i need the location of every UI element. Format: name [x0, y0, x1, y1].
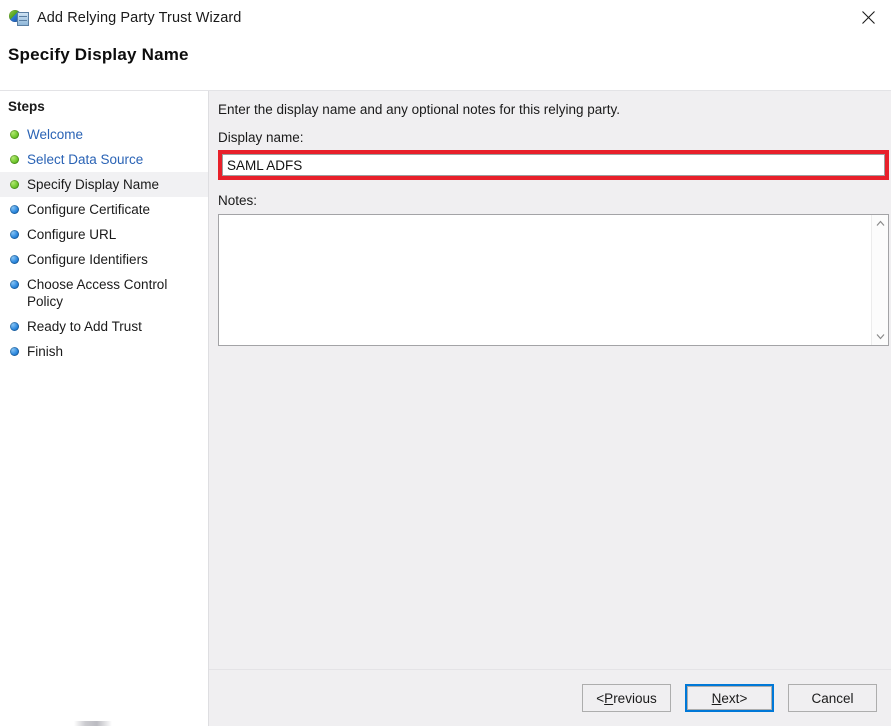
sidebar-item-label: Select Data Source — [27, 152, 144, 167]
sidebar-item-label: Configure Identifiers — [27, 252, 148, 267]
content-inner: Enter the display name and any optional … — [209, 91, 891, 669]
sidebar-item-label: Ready to Add Trust — [27, 319, 142, 334]
sidebar-item-label: Finish — [27, 344, 64, 359]
close-glyph — [861, 11, 875, 24]
next-button-accel: N — [711, 690, 722, 706]
previous-button-accel: P — [604, 690, 614, 706]
page-title: Specify Display Name — [8, 45, 189, 64]
step-bullet-icon — [10, 155, 19, 164]
title-bar: Add Relying Party Trust Wizard — [0, 0, 891, 35]
notes-field — [218, 214, 889, 346]
notes-scrollbar[interactable] — [871, 215, 888, 345]
relying-party-trust-icon — [9, 8, 29, 28]
cancel-button[interactable]: Cancel — [788, 684, 877, 712]
previous-button-prefix: < — [596, 690, 605, 706]
sidebar-item-select-data-source[interactable]: Select Data Source — [0, 147, 208, 172]
sidebar-item-label: Specify Display Name — [27, 177, 160, 192]
next-button-suffix: > — [739, 690, 748, 706]
sidebar-item-welcome[interactable]: Welcome — [0, 122, 208, 147]
next-button[interactable]: Next > — [685, 684, 774, 712]
content-panel: Enter the display name and any optional … — [209, 91, 891, 726]
notes-textarea[interactable] — [219, 215, 871, 345]
step-bullet-icon — [10, 322, 19, 331]
intro-text: Enter the display name and any optional … — [218, 102, 620, 117]
step-bullet-icon — [10, 205, 19, 214]
close-icon[interactable] — [845, 0, 891, 35]
next-button-rest: ext — [721, 690, 740, 706]
chevron-up-icon[interactable] — [872, 215, 889, 232]
wizard-window: Add Relying Party Trust Wizard Specify D… — [0, 0, 891, 726]
sidebar-item-label: Choose Access Control Policy — [27, 277, 168, 309]
scrollbar-track[interactable] — [872, 232, 889, 328]
bottom-edge-artifact — [74, 721, 112, 726]
step-bullet-icon — [10, 230, 19, 239]
sidebar-item-label: Welcome — [27, 127, 84, 142]
step-bullet-icon — [10, 180, 19, 189]
previous-button-rest: revious — [613, 690, 657, 706]
wizard-body: Steps Welcome Select Data Source Specify… — [0, 90, 891, 726]
step-bullet-icon — [10, 130, 19, 139]
step-bullet-icon — [10, 255, 19, 264]
display-name-label: Display name: — [218, 130, 304, 145]
sidebar-item-label: Configure Certificate — [27, 202, 151, 217]
button-bar: < Previous Next > Cancel — [209, 669, 891, 726]
sidebar-item-finish[interactable]: Finish — [0, 339, 208, 364]
notes-label: Notes: — [218, 193, 258, 208]
sidebar-item-configure-certificate[interactable]: Configure Certificate — [0, 197, 208, 222]
display-name-input[interactable] — [222, 154, 885, 176]
sidebar-item-configure-identifiers[interactable]: Configure Identifiers — [0, 247, 208, 272]
previous-button[interactable]: < Previous — [582, 684, 671, 712]
sidebar-item-label: Configure URL — [27, 227, 117, 242]
step-bullet-icon — [10, 280, 19, 289]
sidebar-item-specify-display-name[interactable]: Specify Display Name — [0, 172, 208, 197]
display-name-highlight — [218, 150, 889, 180]
steps-sidebar: Steps Welcome Select Data Source Specify… — [0, 91, 209, 726]
chevron-down-icon[interactable] — [872, 328, 889, 345]
sidebar-item-configure-url[interactable]: Configure URL — [0, 222, 208, 247]
window-title: Add Relying Party Trust Wizard — [37, 9, 242, 26]
steps-heading: Steps — [8, 99, 45, 114]
sidebar-item-choose-access-control-policy[interactable]: Choose Access Control Policy — [0, 272, 208, 314]
step-bullet-icon — [10, 347, 19, 356]
sidebar-item-ready-to-add-trust[interactable]: Ready to Add Trust — [0, 314, 208, 339]
